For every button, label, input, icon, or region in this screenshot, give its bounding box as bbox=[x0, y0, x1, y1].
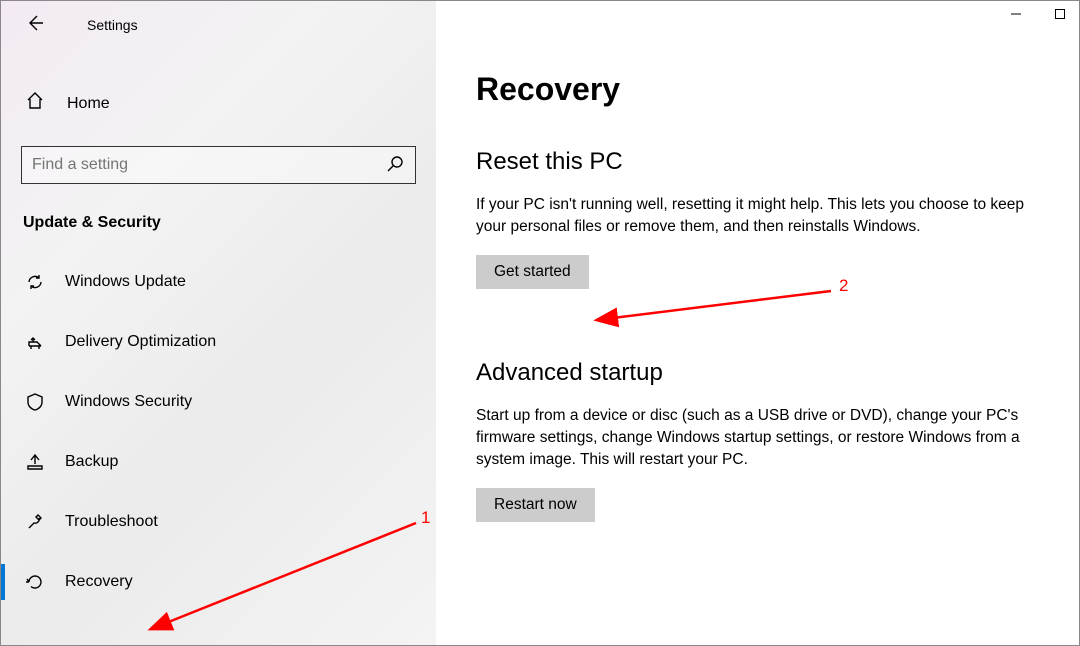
delivery-icon bbox=[25, 332, 45, 352]
sidebar-item-label: Windows Update bbox=[65, 273, 186, 291]
search-input[interactable] bbox=[32, 156, 385, 174]
back-icon[interactable] bbox=[25, 13, 45, 38]
sidebar-item-label: Troubleshoot bbox=[65, 513, 158, 531]
annotation-label-2: 2 bbox=[839, 276, 848, 296]
advanced-section: Advanced startup Start up from a device … bbox=[476, 359, 1039, 522]
sidebar-item-delivery-optimization[interactable]: Delivery Optimization bbox=[1, 312, 436, 372]
sidebar-nav: Windows Update Delivery Optimization Win… bbox=[1, 252, 436, 612]
titlebar: Settings bbox=[1, 1, 436, 49]
section-title: Update & Security bbox=[23, 214, 436, 232]
search-icon bbox=[385, 154, 405, 177]
restart-now-button[interactable]: Restart now bbox=[476, 488, 595, 522]
advanced-body: Start up from a device or disc (such as … bbox=[476, 405, 1039, 470]
sync-icon bbox=[25, 272, 45, 292]
home-label: Home bbox=[67, 95, 110, 113]
sidebar-item-label: Recovery bbox=[65, 573, 133, 591]
minimize-button[interactable] bbox=[1009, 7, 1023, 23]
reset-heading: Reset this PC bbox=[476, 148, 1039, 176]
home-nav[interactable]: Home bbox=[1, 79, 436, 128]
sidebar: Settings Home Update & Security Windows … bbox=[1, 1, 436, 645]
sidebar-item-label: Windows Security bbox=[65, 393, 192, 411]
reset-section: Reset this PC If your PC isn't running w… bbox=[476, 148, 1039, 289]
sidebar-item-label: Delivery Optimization bbox=[65, 333, 216, 351]
sidebar-item-troubleshoot[interactable]: Troubleshoot bbox=[1, 492, 436, 552]
reset-body: If your PC isn't running well, resetting… bbox=[476, 194, 1039, 237]
recovery-icon bbox=[25, 572, 45, 592]
maximize-button[interactable] bbox=[1053, 7, 1067, 23]
search-box[interactable] bbox=[21, 146, 416, 184]
wrench-icon bbox=[25, 512, 45, 532]
page-title: Recovery bbox=[476, 71, 1039, 108]
sidebar-item-backup[interactable]: Backup bbox=[1, 432, 436, 492]
home-icon bbox=[25, 91, 45, 116]
backup-icon bbox=[25, 452, 45, 472]
sidebar-item-label: Backup bbox=[65, 453, 118, 471]
advanced-heading: Advanced startup bbox=[476, 359, 1039, 387]
content-pane: Recovery Reset this PC If your PC isn't … bbox=[436, 1, 1079, 645]
sidebar-item-recovery[interactable]: Recovery bbox=[1, 552, 436, 612]
window-controls bbox=[1009, 7, 1067, 23]
shield-icon bbox=[25, 392, 45, 412]
annotation-label-1: 1 bbox=[421, 508, 430, 528]
sidebar-item-windows-update[interactable]: Windows Update bbox=[1, 252, 436, 312]
settings-window: Settings Home Update & Security Windows … bbox=[0, 0, 1080, 646]
window-title: Settings bbox=[87, 17, 138, 33]
get-started-button[interactable]: Get started bbox=[476, 255, 589, 289]
sidebar-item-windows-security[interactable]: Windows Security bbox=[1, 372, 436, 432]
